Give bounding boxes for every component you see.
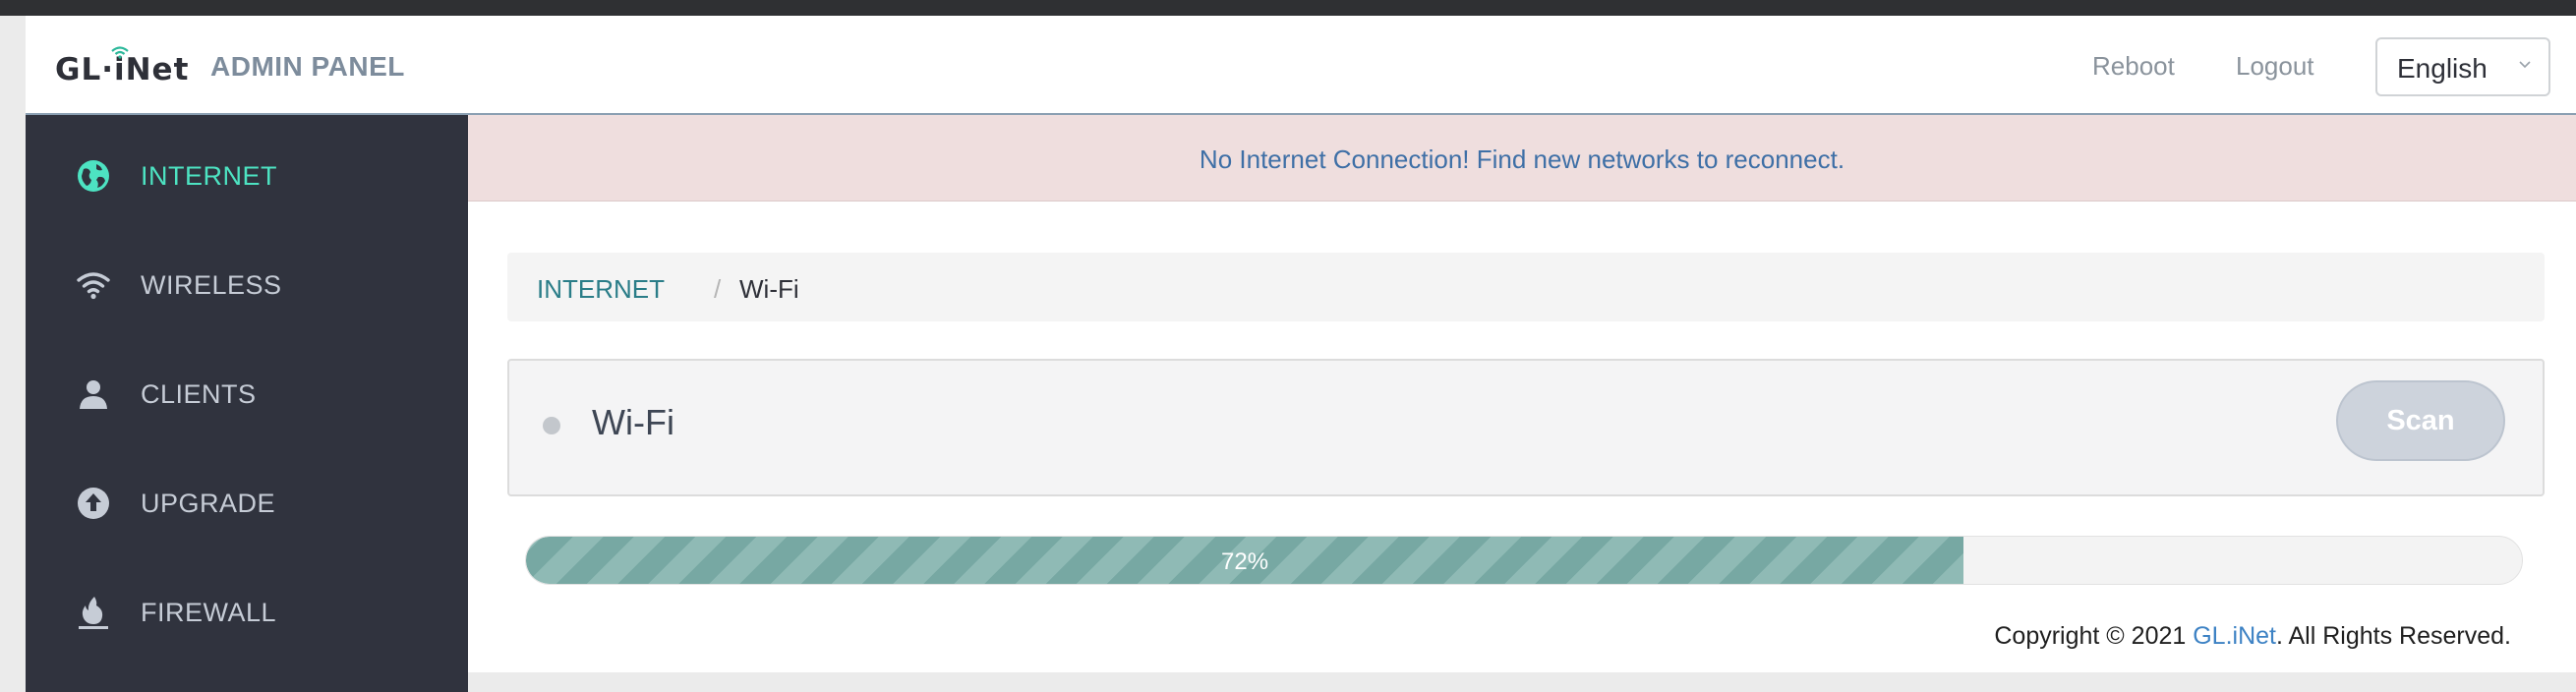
admin-panel-title: ADMIN PANEL bbox=[210, 51, 405, 82]
breadcrumb-separator: / bbox=[714, 274, 722, 304]
sidebar-item-clients[interactable]: CLIENTS bbox=[26, 350, 468, 438]
glinet-link[interactable]: GL.iNet bbox=[2193, 622, 2276, 650]
logout-link[interactable]: Logout bbox=[2236, 51, 2314, 82]
sidebar-item-label: CLIENTS bbox=[141, 378, 257, 409]
sidebar-item-label: UPGRADE bbox=[141, 488, 276, 518]
sidebar-item-wireless[interactable]: WIRELESS bbox=[26, 241, 468, 329]
window-top-strip bbox=[0, 0, 2576, 16]
wifi-icon bbox=[77, 272, 110, 300]
logo-wifi-icon bbox=[111, 46, 129, 59]
copyright-prefix: Copyright © 2021 bbox=[1994, 622, 2194, 650]
sidebar-item-label: FIREWALL bbox=[141, 597, 277, 627]
status-dot bbox=[543, 417, 560, 434]
copyright-suffix: . All Rights Reserved. bbox=[2276, 622, 2511, 650]
reboot-link[interactable]: Reboot bbox=[2092, 51, 2175, 82]
flame-icon bbox=[79, 597, 108, 629]
language-selected-value: English bbox=[2397, 53, 2488, 84]
no-connection-alert: No Internet Connection! Find new network… bbox=[468, 115, 2576, 202]
language-select[interactable]: English bbox=[2375, 37, 2550, 96]
chevron-down-icon bbox=[2519, 61, 2531, 69]
alert-message: No Internet Connection! Find new network… bbox=[1199, 144, 1845, 174]
wifi-panel: Wi-Fi Scan bbox=[507, 359, 2545, 496]
sidebar-item-internet[interactable]: INTERNET bbox=[26, 132, 468, 220]
progress-label: 72% bbox=[1221, 548, 1269, 575]
breadcrumb-internet-link[interactable]: INTERNET bbox=[537, 274, 665, 305]
wifi-panel-title: Wi-Fi bbox=[592, 402, 674, 442]
footer-copyright: Copyright © 2021 GL.iNet. All Rights Res… bbox=[1994, 622, 2511, 651]
sidebar: INTERNET WIRELESS CLIENTS UPGRADE FIREWA… bbox=[26, 115, 468, 692]
scan-button[interactable]: Scan bbox=[2336, 380, 2505, 461]
globe-icon bbox=[78, 160, 109, 192]
sidebar-item-label: WIRELESS bbox=[141, 269, 282, 300]
main-content: No Internet Connection! Find new network… bbox=[468, 115, 2576, 672]
sidebar-item-firewall[interactable]: FIREWALL bbox=[26, 568, 468, 657]
logo[interactable]: GL·iNet bbox=[55, 45, 189, 88]
sidebar-item-upgrade[interactable]: UPGRADE bbox=[26, 459, 468, 548]
user-icon bbox=[80, 380, 107, 409]
scan-progress-bar: 72% bbox=[525, 536, 2523, 585]
top-header: GL·iNet ADMIN PANEL Reboot Logout Englis… bbox=[26, 16, 2576, 115]
breadcrumb-current: Wi-Fi bbox=[739, 274, 799, 304]
breadcrumb: INTERNET / Wi-Fi bbox=[507, 253, 2545, 321]
sidebar-item-label: INTERNET bbox=[141, 160, 277, 191]
upgrade-arrow-icon bbox=[78, 488, 109, 519]
